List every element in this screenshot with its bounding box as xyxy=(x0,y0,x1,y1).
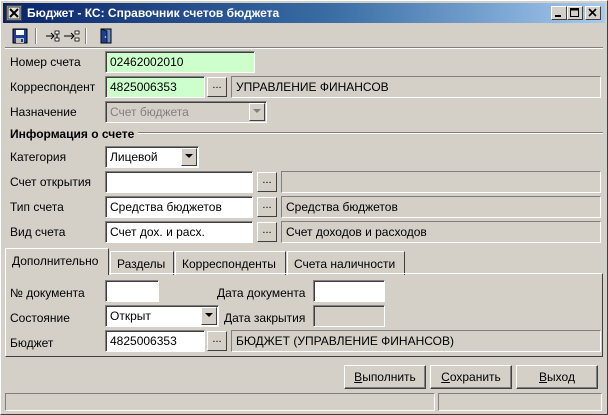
status-bar-secondary xyxy=(438,393,602,411)
execute-button[interactable]: Выполнить xyxy=(344,365,426,389)
window-title: Бюджет - КС: Справочник счетов бюджета xyxy=(27,6,280,20)
account-type-label: Тип счета xyxy=(10,200,64,214)
budget-lookup-button[interactable]: ... xyxy=(207,331,227,351)
floppy-disk-icon xyxy=(12,28,28,44)
account-number-label: Номер счета xyxy=(10,55,81,69)
purpose-label: Назначение xyxy=(10,105,77,119)
account-kind-lookup-button[interactable]: ... xyxy=(257,222,277,242)
exit-toolbar-button[interactable] xyxy=(95,26,117,46)
save-button-label: охранить xyxy=(449,370,501,384)
close-date-field xyxy=(313,305,385,327)
close-button[interactable] xyxy=(585,6,601,20)
toolbar xyxy=(5,25,603,47)
correspondent-lookup-button[interactable]: ... xyxy=(207,77,227,97)
toolbar-divider xyxy=(5,47,603,49)
account-number-field[interactable]: 02462002010 xyxy=(105,51,255,73)
doc-date-field[interactable] xyxy=(313,280,385,302)
account-type-field[interactable]: Средства бюджетов xyxy=(105,196,253,218)
exit-door-icon xyxy=(100,28,112,44)
account-kind-field[interactable]: Счет дох. и расх. xyxy=(105,221,253,243)
tree-expand-icon xyxy=(46,30,80,42)
purpose-dropdown-button xyxy=(249,103,265,121)
category-dropdown-button[interactable] xyxy=(181,148,197,166)
save-button-accel: С xyxy=(441,370,450,384)
save-button[interactable]: Сохранить xyxy=(430,365,512,389)
account-type-name-field: Средства бюджетов xyxy=(281,196,601,218)
minimize-icon xyxy=(555,15,561,17)
exit-button[interactable]: Выход xyxy=(516,365,598,389)
close-icon xyxy=(588,8,597,17)
state-value: Открыт xyxy=(110,309,151,323)
minimize-button[interactable] xyxy=(551,6,567,20)
state-dropdown-button[interactable] xyxy=(201,307,217,325)
toolbar-separator xyxy=(85,28,87,44)
budget-name-field: БЮДЖЕТ (УПРАВЛЕНИЕ ФИНАНСОВ) xyxy=(231,330,601,352)
exit-button-label: ыход xyxy=(547,370,575,384)
toolbar-separator xyxy=(35,28,37,44)
app-window: Бюджет - КС: Справочник счетов бюджета Н… xyxy=(0,0,608,415)
account-type-lookup-button[interactable]: ... xyxy=(257,197,277,217)
opening-account-field[interactable] xyxy=(105,171,253,193)
account-kind-label: Вид счета xyxy=(10,225,66,239)
category-dropdown[interactable]: Лицевой xyxy=(105,146,199,168)
state-label: Состояние xyxy=(10,311,70,325)
tab-sections[interactable]: Разделы xyxy=(110,251,174,275)
purpose-value: Счет бюджета xyxy=(110,105,189,119)
tree-toolbar-button[interactable] xyxy=(43,26,81,46)
app-icon xyxy=(6,5,22,21)
tab-correspondents[interactable]: Корреспонденты xyxy=(175,251,286,275)
opening-account-lookup-button[interactable]: ... xyxy=(257,172,277,192)
correspondent-label: Корреспондент xyxy=(10,80,96,94)
purpose-dropdown: Счет бюджета xyxy=(105,101,267,123)
info-section-divider xyxy=(138,132,603,134)
account-kind-name-field: Счет доходов и расходов xyxy=(281,221,601,243)
correspondent-field[interactable]: 4825006353 xyxy=(105,76,205,98)
doc-date-label: Дата документа xyxy=(217,286,306,300)
chevron-down-icon xyxy=(253,109,261,113)
maximize-icon xyxy=(570,8,579,17)
execute-button-label: ыполнить xyxy=(362,370,416,384)
budget-label: Бюджет xyxy=(10,336,54,350)
exit-button-accel: В xyxy=(539,370,548,384)
opening-account-label: Счет открытия xyxy=(10,175,92,189)
state-dropdown[interactable]: Открыт xyxy=(105,305,219,327)
correspondent-name-field: УПРАВЛЕНИЕ ФИНАНСОВ xyxy=(231,76,601,98)
category-label: Категория xyxy=(10,150,67,164)
execute-button-accel: В xyxy=(354,370,363,384)
tab-additional[interactable]: Дополнительно xyxy=(5,248,109,275)
info-section-title: Информация о счете xyxy=(10,127,135,141)
status-bar-main xyxy=(5,393,435,411)
opening-account-name-field xyxy=(281,171,601,193)
chevron-down-icon xyxy=(205,313,213,317)
tab-cash-accounts[interactable]: Счета наличности xyxy=(287,251,405,275)
budget-field[interactable]: 4825006353 xyxy=(105,330,205,352)
save-toolbar-button[interactable] xyxy=(9,26,31,46)
close-date-label: Дата закрытия xyxy=(224,311,306,325)
maximize-button[interactable] xyxy=(567,6,583,20)
chevron-down-icon xyxy=(185,154,193,158)
doc-number-field[interactable] xyxy=(105,280,159,302)
title-bar[interactable]: Бюджет - КС: Справочник счетов бюджета xyxy=(3,3,605,23)
doc-number-label: № документа xyxy=(10,286,85,300)
